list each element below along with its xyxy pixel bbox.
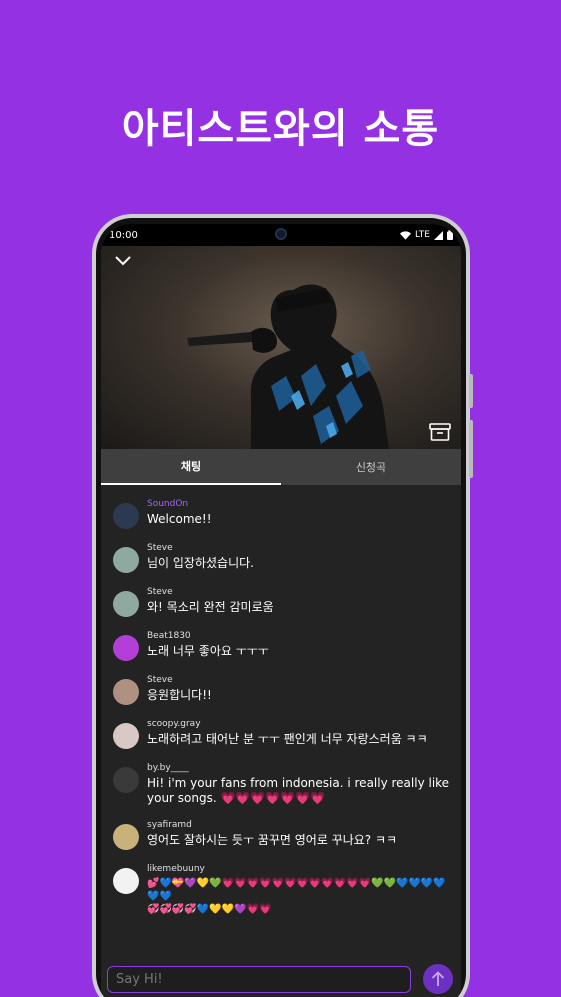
battery-icon [447, 230, 453, 240]
chat-username: syafiramd [147, 820, 192, 830]
avatar[interactable] [113, 868, 139, 894]
chat-message: Steve 님이 입장하셨습니다. [113, 543, 451, 573]
chat-username: by.by____ [147, 763, 189, 773]
chat-text: 영어도 잘하시는 듯ㅜ 꿈꾸면 영어로 꾸나요? ㅋㅋ [147, 833, 398, 847]
tab-bar: 채팅 신청곡 [101, 449, 461, 485]
headline: 아티스트와의 소통 [121, 106, 440, 152]
tab-chat[interactable]: 채팅 [101, 449, 281, 485]
avatar[interactable] [113, 679, 139, 705]
chat-message: scoopy.gray 노래하려고 태어난 분 ㅜㅜ 팬인게 너무 자랑스러움 … [113, 719, 451, 749]
chat-message: Steve 와! 목소리 완전 감미로움 [113, 587, 451, 617]
performer-silhouette [187, 284, 389, 449]
live-video[interactable] [101, 246, 461, 449]
network-label: LTE [415, 230, 430, 240]
avatar[interactable] [113, 591, 139, 617]
phone-frame: 10:00 LTE 채팅 신청곡 SoundOn Welcome!! Steve… [92, 214, 473, 997]
chat-text: Welcome!! [147, 512, 212, 526]
chat-text: 💕💙💝💜💛💚💗💗💗💗💗💗💗💗💗💗💗💗💚💚💙💙💙💙💙💙 💞💞💞💞💙💛💛💜💗💗 [147, 878, 446, 915]
chat-text: 노래 너무 좋아요 ㅜㅜㅜ [147, 644, 269, 658]
chat-list: SoundOn Welcome!! Steve 님이 입장하셨습니다. Stev… [101, 485, 461, 916]
chat-text: 님이 입장하셨습니다. [147, 556, 254, 570]
chevron-down-icon[interactable] [115, 256, 131, 266]
front-camera [275, 228, 287, 240]
chat-message: by.by____ Hi! i'm your fans from indones… [113, 763, 451, 806]
chat-message: Beat1830 노래 너무 좋아요 ㅜㅜㅜ [113, 631, 451, 661]
chat-text: 와! 목소리 완전 감미로움 [147, 600, 274, 614]
side-button [469, 420, 473, 478]
avatar[interactable] [113, 503, 139, 529]
send-button[interactable] [423, 964, 453, 994]
wifi-icon [400, 230, 412, 240]
chat-message: likemebuuny 💕💙💝💜💛💚💗💗💗💗💗💗💗💗💗💗💗💗💚💚💙💙💙💙💙💙 💞… [113, 864, 451, 916]
status-bar: 10:00 LTE [101, 224, 461, 246]
send-arrow-icon [431, 971, 445, 986]
chat-text: Hi! i'm your fans from indonesia. i real… [147, 776, 450, 805]
tab-song-request[interactable]: 신청곡 [281, 449, 461, 485]
chat-username: Steve [147, 543, 173, 553]
chat-username: scoopy.gray [147, 719, 201, 729]
chat-username: likemebuuny [147, 864, 205, 874]
archive-box-icon[interactable] [429, 423, 451, 441]
chat-input-bar [101, 964, 461, 994]
chat-username: Steve [147, 587, 173, 597]
chat-username: Beat1830 [147, 631, 191, 641]
chat-message: syafiramd 영어도 잘하시는 듯ㅜ 꿈꾸면 영어로 꾸나요? ㅋㅋ [113, 820, 451, 850]
chat-message: SoundOn Welcome!! [113, 499, 451, 529]
side-button [469, 374, 473, 408]
avatar[interactable] [113, 767, 139, 793]
signal-icon [434, 230, 443, 240]
chat-message: Steve 응원합니다!! [113, 675, 451, 705]
avatar[interactable] [113, 824, 139, 850]
chat-input[interactable] [107, 965, 411, 993]
chat-username: SoundOn [147, 499, 189, 509]
chat-username: Steve [147, 675, 173, 685]
status-time: 10:00 [109, 229, 138, 241]
app-screen: 10:00 LTE 채팅 신청곡 SoundOn Welcome!! Steve… [101, 224, 461, 997]
avatar[interactable] [113, 723, 139, 749]
avatar[interactable] [113, 547, 139, 573]
avatar[interactable] [113, 635, 139, 661]
chat-text: 응원합니다!! [147, 688, 212, 702]
chat-text: 노래하려고 태어난 분 ㅜㅜ 팬인게 너무 자랑스러움 ㅋㅋ [147, 732, 428, 746]
